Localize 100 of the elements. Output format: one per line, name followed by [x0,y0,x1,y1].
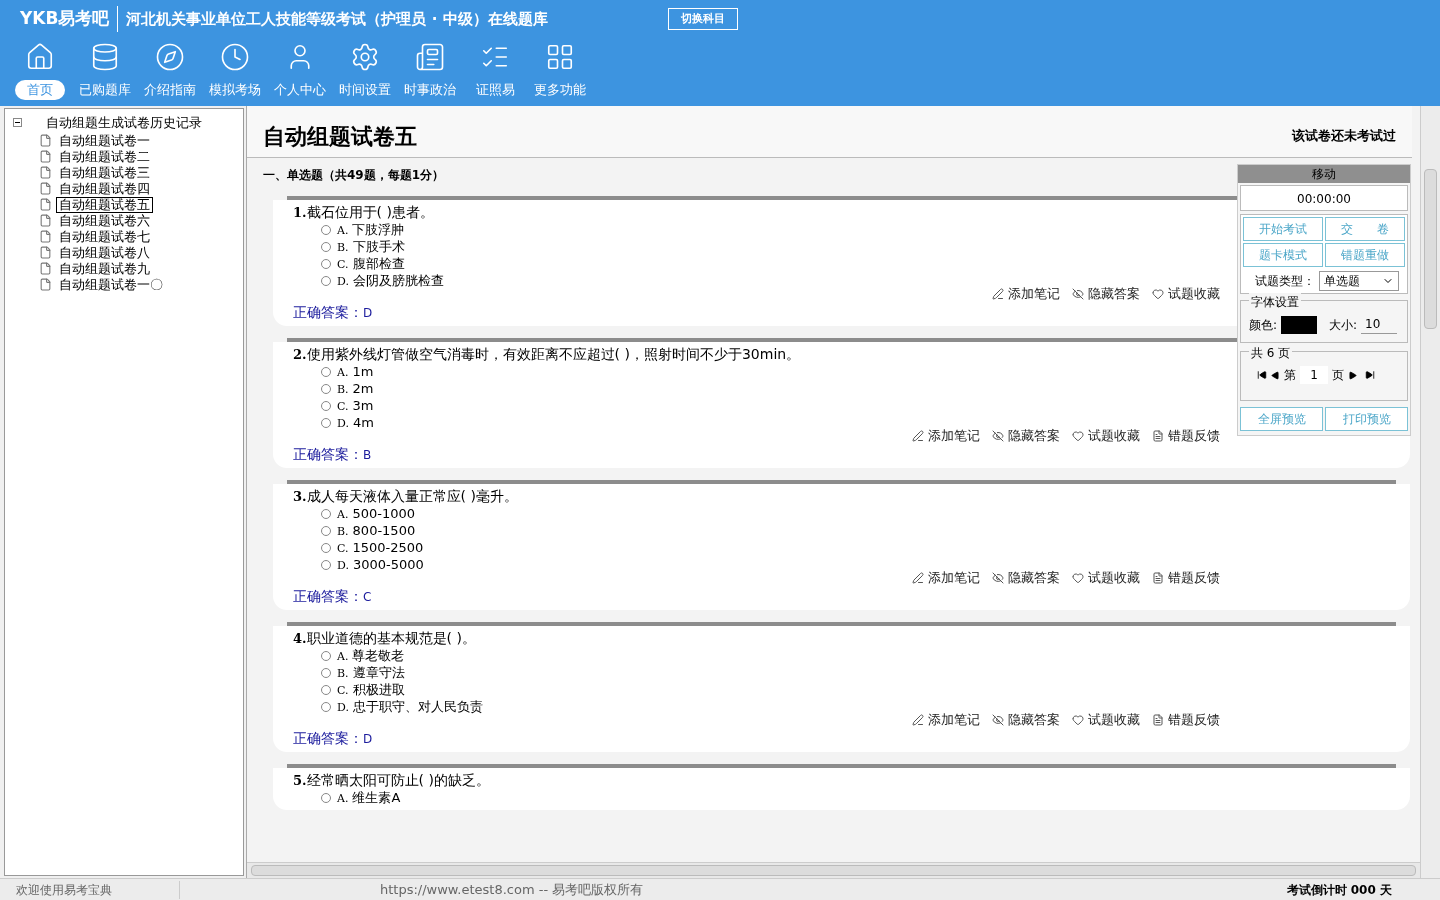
eye-off-icon [992,430,1004,442]
type-dropdown[interactable]: 单选题 [1319,271,1399,291]
question-action[interactable]: 试题收藏 [1152,284,1220,304]
radio-button[interactable] [321,525,331,536]
document-icon [39,166,52,179]
document-icon [1152,572,1164,584]
heart-icon [1072,714,1084,726]
tree-item[interactable]: 自动组题试卷四 [56,180,153,197]
timer: 00:00:00 [1240,185,1408,211]
document-icon [39,182,52,195]
radio-button[interactable] [321,366,331,377]
radio-button[interactable] [321,258,331,269]
option-text: A. 下肢浮肿 [337,220,405,239]
collapse-toggle[interactable] [13,118,22,128]
document-icon [39,230,52,243]
option-text: D. 会阴及膀胱检查 [337,271,444,290]
logo: YKB易考吧 [20,6,119,32]
tree-item[interactable]: 自动组题试卷八 [56,244,153,261]
option-text: C. 积极进取 [337,680,405,699]
tree-item[interactable]: 自动组题试卷三 [56,164,153,181]
tree-root[interactable]: 自动组题生成试卷历史记录 [46,113,202,133]
question-text: 3.成人每天液体入量正常应( )毫升。 [293,488,518,505]
question-action[interactable]: 错题反馈 [1152,426,1220,446]
question-action[interactable]: 错题反馈 [1152,568,1220,588]
paper-title: 自动组题试卷五 [263,123,417,151]
radio-button[interactable] [321,241,331,252]
question-action[interactable]: 添加笔记 [912,568,980,588]
radio-button[interactable] [321,559,331,570]
vertical-scrollbar[interactable] [1420,106,1440,878]
radio-button[interactable] [321,667,331,678]
question-action[interactable]: 添加笔记 [992,284,1060,304]
settings-icon [350,42,380,72]
tree-item[interactable]: 自动组题试卷七 [56,228,153,245]
clock-icon [220,42,250,72]
option-text: C. 腹部检查 [337,254,405,273]
panel-title[interactable]: 移动 [1238,165,1410,183]
first-page-icon [1257,370,1267,380]
question-text: 2.使用紫外线灯管做空气消毒时，有效距离不应超过( )，照射时间不少于30min。 [293,346,801,363]
radio-button[interactable] [321,275,331,286]
welcome-text: 欢迎使用易考宝典 [0,880,180,899]
question-action[interactable]: 试题收藏 [1072,710,1140,730]
question-action[interactable]: 隐藏答案 [992,426,1060,446]
app-title: 河北机关事业单位工人技能等级考试（护理员 · 中级）在线题库 [125,8,549,30]
radio-button[interactable] [321,224,331,235]
option-text: D. 忠于职守、对人民负责 [337,697,483,716]
option-text: D. 3000-5000 [337,555,424,574]
tree-item[interactable]: 自动组题试卷一〇 [56,276,166,293]
pencil-icon [912,572,924,584]
document-icon [39,262,52,275]
eye-off-icon [1072,288,1084,300]
tree-item[interactable]: 自动组题试卷五 [56,196,153,213]
question-text: 4.职业道德的基本规范是( )。 [293,630,476,647]
tree-item[interactable]: 自动组题试卷一 [56,132,153,149]
question-action[interactable]: 错题反馈 [1152,710,1220,730]
radio-button[interactable] [321,508,331,519]
radio-button[interactable] [321,701,331,712]
question-action[interactable]: 隐藏答案 [1072,284,1140,304]
next-page-icon [1348,370,1357,380]
page-field[interactable]: 1 [1300,366,1328,384]
group-title: 字体设置 [1249,293,1301,311]
color-swatch[interactable] [1281,315,1318,334]
database-icon [90,42,120,72]
last-page-icon [1365,370,1375,380]
document-icon [39,134,52,147]
correct-answer: 正确答案：B [293,445,372,464]
size-field[interactable]: 10 [1361,315,1398,334]
heart-icon [1072,572,1084,584]
radio-button[interactable] [321,542,331,553]
tree-item[interactable]: 自动组题试卷二 [56,148,153,165]
correct-answer: 正确答案：D [293,729,373,748]
question-action[interactable]: 添加笔记 [912,710,980,730]
question-action[interactable]: 试题收藏 [1072,426,1140,446]
grid-icon [545,42,575,72]
radio-button[interactable] [321,417,331,428]
question-action[interactable]: 隐藏答案 [992,568,1060,588]
radio-button[interactable] [321,684,331,695]
question-action[interactable]: 添加笔记 [912,426,980,446]
document-icon [39,278,52,291]
eye-off-icon [992,714,1004,726]
page-prefix: 第 [1284,367,1296,384]
pencil-icon [992,288,1004,300]
document-icon [39,198,52,211]
tree-item[interactable]: 自动组题试卷九 [56,260,153,277]
option-text: A. 维生素A [337,788,401,807]
eye-off-icon [992,572,1004,584]
pencil-icon [912,714,924,726]
question-action[interactable]: 试题收藏 [1072,568,1140,588]
tree-item[interactable]: 自动组题试卷六 [56,212,153,229]
question-action[interactable]: 隐藏答案 [992,710,1060,730]
radio-button[interactable] [321,792,331,803]
option-text: C. 3m [337,396,374,415]
exam-countdown: 考试倒计时 000 天 [1286,881,1393,899]
home-icon [25,42,55,72]
radio-button[interactable] [321,400,331,411]
option-text: A. 1m [337,362,374,381]
option-text: B. 2m [337,379,374,398]
radio-button[interactable] [321,650,331,661]
radio-button[interactable] [321,383,331,394]
horizontal-scrollbar[interactable] [247,862,1420,878]
group-title: 共 6 页 [1249,344,1293,362]
